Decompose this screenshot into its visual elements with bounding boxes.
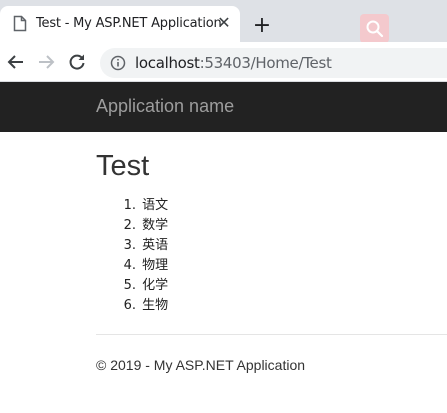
brand-link[interactable]: Application name (96, 96, 234, 117)
info-icon[interactable] (110, 55, 126, 71)
list-number: 1. (123, 198, 136, 213)
list-item: 4. 物理 (114, 256, 169, 276)
reload-icon[interactable] (67, 52, 87, 72)
page-title: Test (96, 150, 150, 182)
list-item-label: 数学 (142, 218, 169, 233)
list-item: 2. 数学 (114, 216, 169, 236)
list-item: 1. 语文 (114, 196, 169, 216)
subject-list: 1. 语文 2. 数学 3. 英语 4. 物理 5. 化学 6. 生物 (114, 196, 169, 316)
browser-tabstrip: Test - My ASP.NET Application ✕ + (0, 0, 447, 43)
address-url: localhost:53403/Home/Test (135, 54, 332, 72)
footer-divider (96, 334, 447, 335)
list-item-label: 生物 (142, 298, 169, 313)
url-path: :53403/Home/Test (199, 54, 332, 72)
page-icon (13, 15, 29, 33)
list-item: 6. 生物 (114, 296, 169, 316)
address-bar[interactable]: localhost:53403/Home/Test (100, 48, 447, 78)
tab-title: Test - My ASP.NET Application (36, 16, 222, 31)
plus-icon[interactable]: + (252, 15, 272, 37)
list-item: 5. 化学 (114, 276, 169, 296)
list-item-label: 语文 (142, 198, 169, 213)
list-item: 3. 英语 (114, 236, 169, 256)
list-number: 4. (123, 258, 136, 273)
list-number: 5. (123, 278, 136, 293)
browser-tab[interactable]: Test - My ASP.NET Application ✕ (0, 6, 240, 42)
url-host: localhost (135, 54, 200, 72)
forward-arrow-icon[interactable] (36, 52, 56, 72)
close-icon[interactable]: ✕ (216, 16, 232, 32)
list-number: 3. (123, 238, 136, 253)
list-number: 2. (123, 218, 136, 233)
site-navbar: Application name (0, 82, 447, 132)
list-number: 6. (123, 298, 136, 313)
browser-toolbar: localhost:53403/Home/Test (0, 42, 447, 82)
list-item-label: 英语 (142, 238, 169, 253)
search-icon[interactable] (360, 14, 389, 43)
back-arrow-icon[interactable] (6, 52, 26, 72)
footer-text: © 2019 - My ASP.NET Application (96, 357, 306, 373)
list-item-label: 物理 (142, 258, 169, 273)
list-item-label: 化学 (142, 278, 169, 293)
